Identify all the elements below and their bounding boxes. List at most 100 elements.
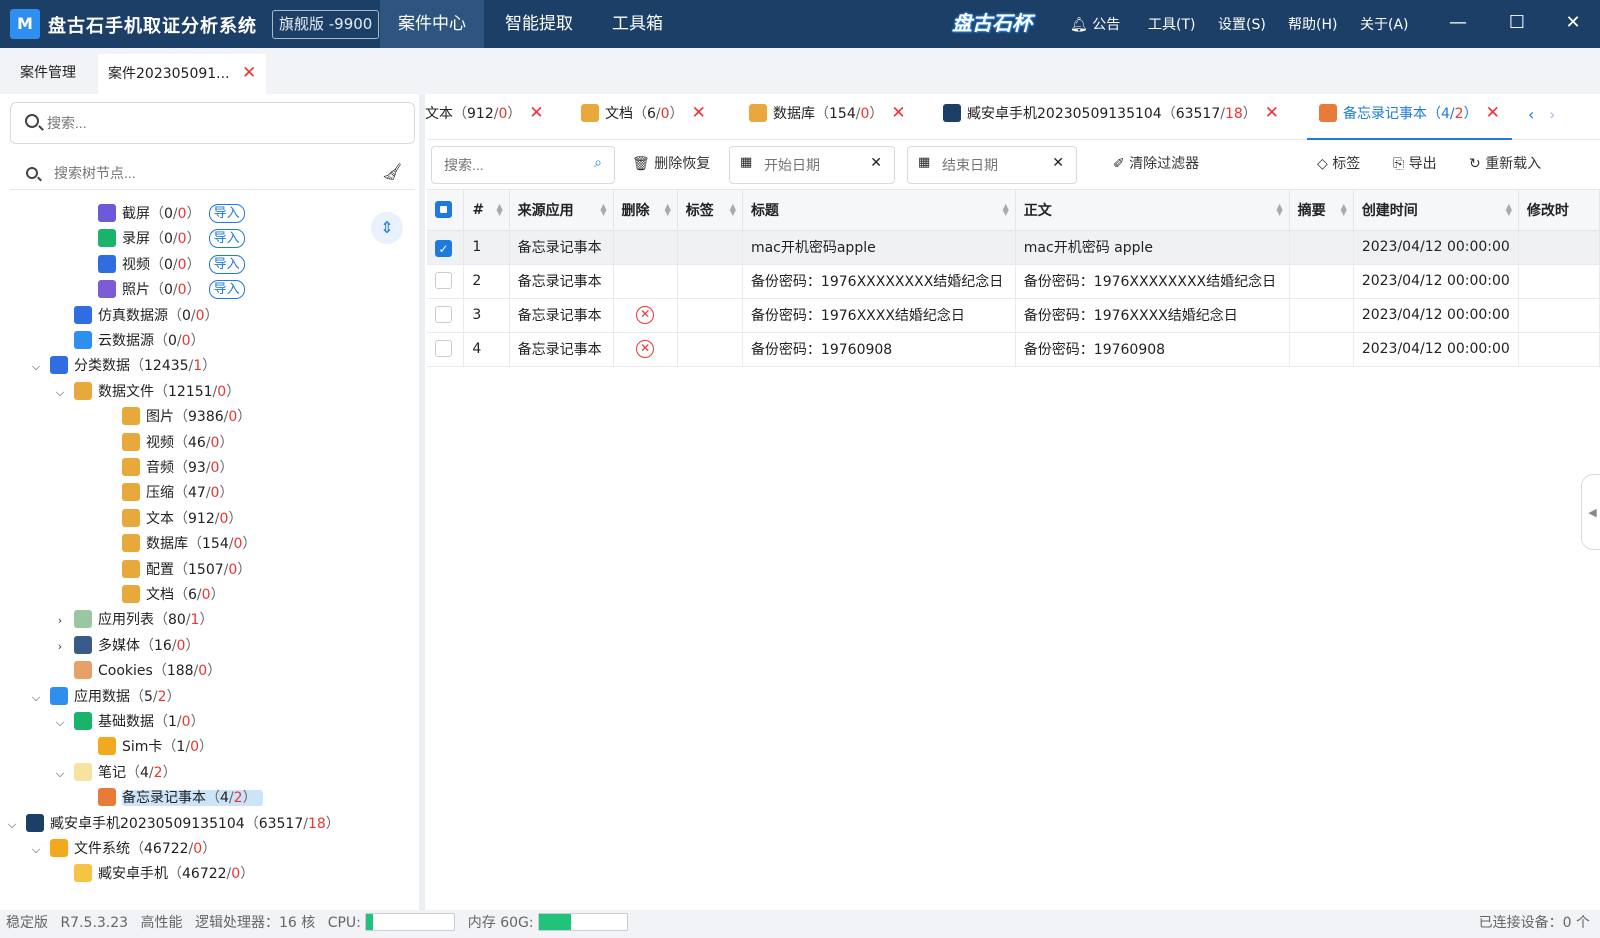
chevron-right-icon[interactable]: ›: [52, 635, 68, 659]
tree-node[interactable]: 文档（6/0）: [122, 583, 225, 607]
sort-icon[interactable]: ▲ ▼: [730, 203, 736, 217]
row-checkbox[interactable]: [435, 306, 452, 323]
doc-tab[interactable]: 备忘录记事本（4/2） ✕: [1307, 94, 1512, 140]
doc-tab[interactable]: 数据库（154/0） ✕: [749, 94, 906, 140]
collapse-all-icon[interactable]: ⇕: [371, 212, 403, 244]
close-window-icon[interactable]: ✕: [1558, 8, 1588, 38]
sort-icon[interactable]: ▲ ▼: [1506, 203, 1512, 217]
tree-node[interactable]: 照片（0/0） 导入: [98, 278, 245, 302]
tree-node[interactable]: 云数据源（0/0）: [74, 329, 205, 353]
tree-search-input[interactable]: [54, 162, 354, 184]
menu-tools[interactable]: 工具(T): [1148, 14, 1195, 34]
import-button[interactable]: 导入: [208, 229, 245, 249]
nav-toolbox[interactable]: 工具箱: [594, 0, 681, 48]
tree-node[interactable]: ⌵ 笔记（4/2）: [52, 761, 177, 785]
table-row[interactable]: ✓ 1 备忘录记事本 mac开机密码apple mac开机密码 apple 2023/04…: [427, 230, 1600, 265]
chevron-down-icon[interactable]: ⌵: [52, 711, 68, 735]
close-tab-icon[interactable]: ✕: [891, 103, 905, 123]
import-button[interactable]: 导入: [208, 254, 245, 274]
tree-node[interactable]: › 多媒体（16/0）: [52, 634, 199, 658]
clear-filters-button[interactable]: ✐ 清除过滤器: [1113, 152, 1199, 176]
chevron-down-icon[interactable]: ⌵: [52, 381, 68, 405]
menu-about[interactable]: 关于(A): [1360, 14, 1409, 34]
tree-node[interactable]: 仿真数据源（0/0）: [74, 304, 219, 328]
close-tab-icon[interactable]: ✕: [529, 103, 543, 123]
col-header-tag[interactable]: 标签 ▲ ▼: [677, 190, 743, 231]
tree-node[interactable]: 数据库（154/0）: [122, 532, 256, 556]
tree-node[interactable]: Sim卡（1/0）: [98, 735, 213, 759]
chevron-down-icon[interactable]: ⌵: [28, 838, 44, 862]
sort-icon[interactable]: ▲ ▼: [1003, 203, 1009, 217]
chevron-down-icon[interactable]: ⌵: [52, 762, 68, 786]
tree-node[interactable]: 视频（46/0）: [122, 431, 233, 455]
sort-icon[interactable]: ▲ ▼: [1341, 203, 1347, 217]
tab-scroll-right-icon[interactable]: ›: [1549, 105, 1555, 124]
table-row[interactable]: 2 备忘录记事本 备份密码：1976XXXXXXXX结婚纪念日 备份密码：1976XX…: [427, 264, 1600, 299]
table-row[interactable]: 3 备忘录记事本 ✕ 备份密码：1976XXXX结婚纪念日 备份密码：1976XXXX结…: [427, 298, 1600, 333]
import-button[interactable]: 导入: [208, 280, 245, 300]
start-date-input[interactable]: [764, 155, 864, 175]
import-button[interactable]: 导入: [208, 204, 245, 223]
menu-settings[interactable]: 设置(S): [1218, 14, 1266, 34]
tree-node[interactable]: ⌵ 分类数据（12435/1）: [28, 354, 216, 378]
reload-button[interactable]: ↻ 重新载入: [1469, 152, 1541, 176]
sort-icon[interactable]: ▲ ▼: [1276, 203, 1282, 217]
tree-node[interactable]: 压缩（47/0）: [122, 481, 233, 505]
doc-tab[interactable]: 文档（6/0） ✕: [581, 94, 706, 140]
row-checkbox[interactable]: [435, 340, 452, 357]
menu-announcement[interactable]: 🔔︎ 公告: [1070, 14, 1120, 34]
tree-node[interactable]: 臧安卓手机（46722/0）: [74, 862, 254, 886]
tree-node[interactable]: 配置（1507/0）: [122, 558, 251, 582]
tree-node[interactable]: 文本（912/0）: [122, 507, 242, 531]
tree-node[interactable]: Cookies（188/0）: [74, 659, 221, 683]
col-header-num[interactable]: # ▲ ▼: [463, 190, 510, 231]
sort-icon[interactable]: ▲ ▼: [497, 203, 503, 217]
delete-restore-button[interactable]: 🗑︎ 删除恢复: [632, 152, 710, 176]
row-checkbox[interactable]: [435, 272, 452, 289]
col-header-summary[interactable]: 摘要 ▲ ▼: [1289, 190, 1354, 231]
tab-scroll-left-icon[interactable]: ‹: [1528, 105, 1534, 124]
doc-tab[interactable]: 文本（912/0） ✕: [425, 94, 544, 140]
sort-icon[interactable]: ▲ ▼: [665, 203, 671, 217]
tab-case[interactable]: 案件202305091... ✕: [98, 54, 267, 94]
tree-node[interactable]: ⌵ 文件系统（46722/0）: [28, 837, 216, 861]
chevron-down-icon[interactable]: ⌵: [28, 686, 44, 710]
tree-node[interactable]: 截屏（0/0） 导入: [98, 202, 245, 226]
chevron-right-icon[interactable]: ›: [52, 609, 68, 633]
close-tab-icon[interactable]: ✕: [692, 103, 706, 123]
tree-node[interactable]: › 应用列表（80/1）: [52, 608, 213, 632]
export-button[interactable]: ⎘ 导出: [1393, 152, 1437, 176]
chevron-down-icon[interactable]: ⌵: [28, 355, 44, 379]
tag-button[interactable]: ◇ 标签: [1317, 152, 1360, 176]
menu-help[interactable]: 帮助(H): [1288, 14, 1337, 34]
table-row[interactable]: 4 备忘录记事本 ✕ 备份密码：19760908 备份密码：19760908 2023/0…: [427, 332, 1600, 367]
tree-node[interactable]: ⌵ 臧安卓手机20230509135104（63517/18）: [4, 812, 340, 836]
end-date-input[interactable]: [942, 155, 1042, 175]
toolbar-search-input[interactable]: [444, 155, 554, 175]
tab-case-management[interactable]: 案件管理: [10, 54, 86, 94]
close-tab-icon[interactable]: ✕: [1486, 103, 1500, 123]
tree-node[interactable]: ⌵ 数据文件（12151/0）: [52, 380, 240, 404]
minimize-icon[interactable]: —: [1443, 8, 1473, 38]
clear-end-date-icon[interactable]: ✕: [1052, 155, 1064, 171]
col-header-created[interactable]: 创建时间 ▲ ▼: [1353, 190, 1519, 231]
close-tab-icon[interactable]: ✕: [1265, 103, 1279, 123]
tree-node[interactable]: ⌵ 应用数据（5/2）: [28, 685, 181, 709]
select-all-checkbox[interactable]: [435, 200, 452, 218]
clear-start-date-icon[interactable]: ✕: [870, 155, 882, 171]
tree-node[interactable]: 备忘录记事本（4/2）: [98, 786, 263, 810]
sort-icon[interactable]: ▲ ▼: [600, 203, 606, 217]
side-panel-toggle-icon[interactable]: ◀: [1581, 474, 1600, 550]
nav-smart-extract[interactable]: 智能提取: [487, 0, 591, 48]
tree-node[interactable]: 视频（0/0） 导入: [98, 253, 245, 277]
col-header-deleted[interactable]: 删除 ▲ ▼: [613, 190, 678, 231]
col-header-modified[interactable]: 修改时: [1518, 190, 1600, 231]
tree-node[interactable]: 音频（93/0）: [122, 456, 233, 480]
chevron-down-icon[interactable]: ⌵: [4, 813, 20, 837]
tree-node[interactable]: 图片（9386/0）: [122, 405, 251, 429]
nav-case-center[interactable]: 案件中心: [380, 0, 484, 48]
tree-node[interactable]: 录屏（0/0） 导入: [98, 227, 245, 251]
col-header-title[interactable]: 标题 ▲ ▼: [742, 190, 1016, 231]
global-search-input[interactable]: [47, 111, 397, 135]
col-header-app[interactable]: 来源应用 ▲ ▼: [509, 190, 614, 231]
